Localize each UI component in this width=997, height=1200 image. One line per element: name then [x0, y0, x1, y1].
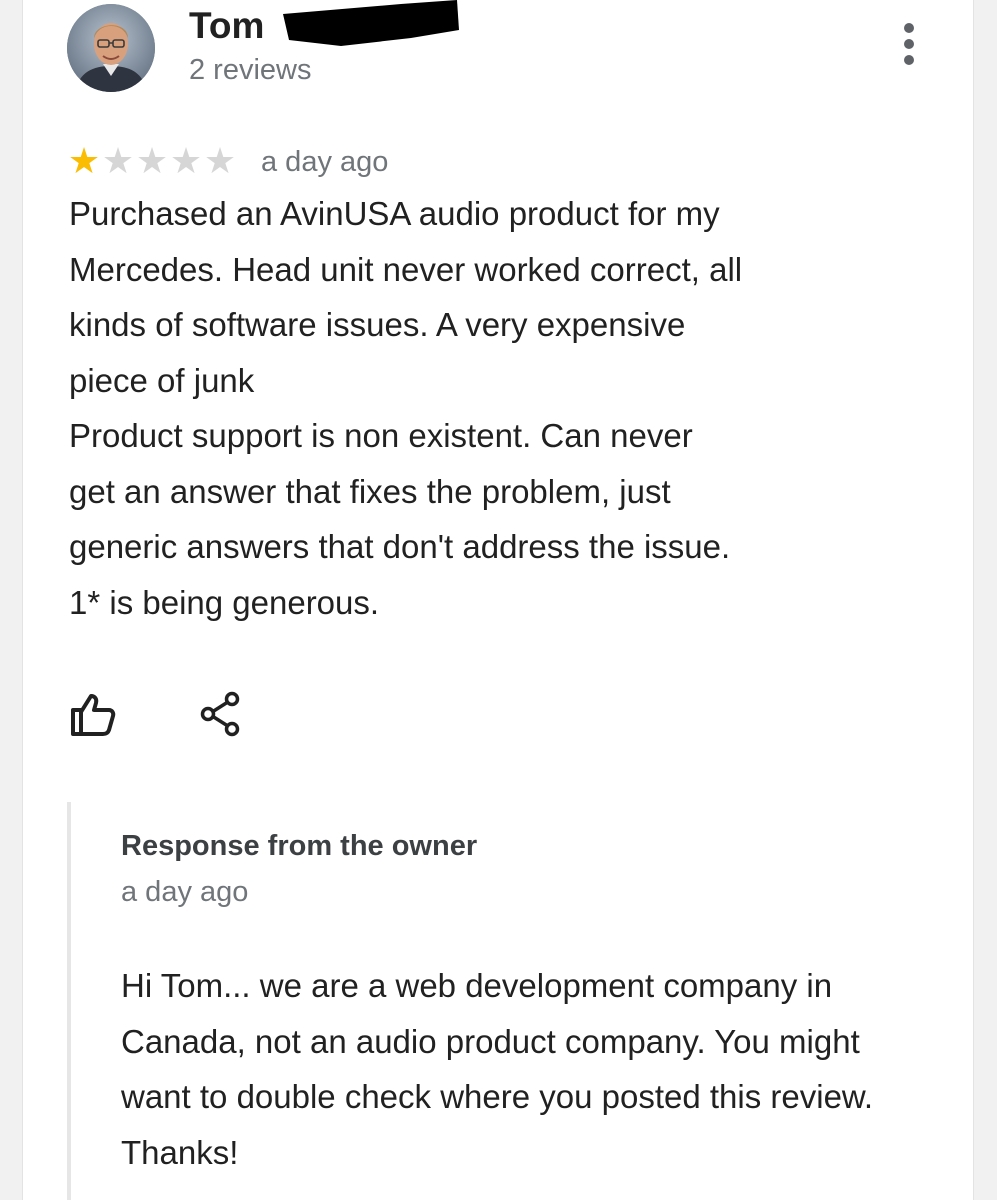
star-icon-empty: ★ [203, 141, 237, 182]
star-icon-filled: ★ [67, 141, 101, 182]
rating-row: ★ ★ ★ ★ ★ a day ago [67, 144, 389, 180]
star-rating: ★ ★ ★ ★ ★ [67, 144, 237, 180]
owner-response-title: Response from the owner [121, 830, 478, 862]
review-date: a day ago [261, 145, 389, 178]
thumbs-up-icon [71, 694, 116, 736]
reviewer-name[interactable]: Tom [189, 6, 264, 46]
review-text: Purchased an AvinUSA audio product for m… [69, 195, 743, 621]
owner-response-date: a day ago [121, 876, 249, 908]
more-options-button[interactable] [893, 22, 925, 66]
review-card: Tom 2 reviews ★ ★ ★ ★ ★ a day ago Purcha… [22, 0, 974, 1200]
owner-response-text: Hi Tom... we are a web development compa… [121, 967, 874, 1171]
star-icon-empty: ★ [169, 141, 203, 182]
like-button[interactable] [69, 690, 117, 738]
owner-response: Response from the owner a day ago Hi Tom… [67, 802, 951, 1200]
redaction-mark [283, 0, 459, 46]
reviewer-review-count[interactable]: 2 reviews [189, 54, 312, 86]
share-icon [200, 691, 240, 737]
star-icon-empty: ★ [101, 141, 135, 182]
reviewer-avatar[interactable] [67, 4, 155, 92]
star-icon-empty: ★ [135, 141, 169, 182]
person-photo-icon [67, 4, 155, 92]
share-button[interactable] [197, 690, 245, 738]
more-vert-icon [904, 23, 914, 65]
